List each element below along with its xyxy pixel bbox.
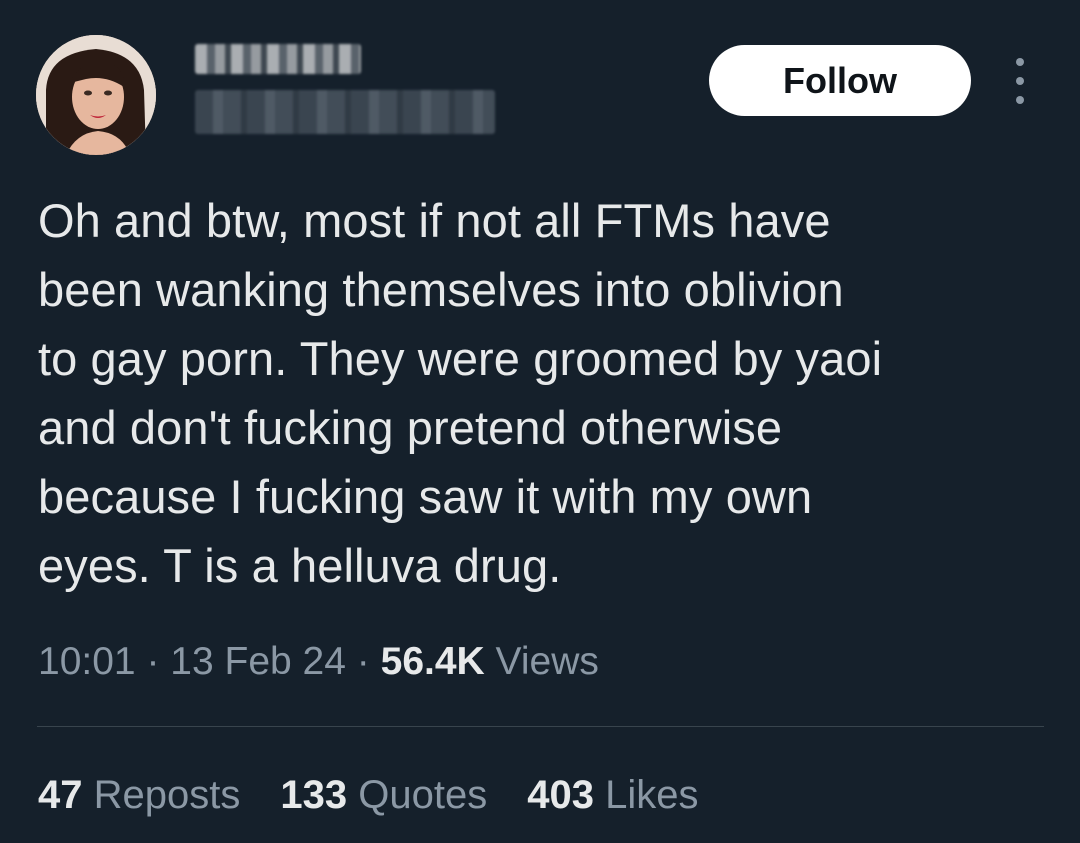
divider: [37, 726, 1044, 727]
likes-count: 403: [527, 773, 594, 817]
tweet-card: Follow Oh and btw, most if not all FTMs …: [0, 0, 1080, 843]
more-dot: [1016, 58, 1024, 66]
more-dot: [1016, 77, 1024, 85]
more-dots-vertical-icon[interactable]: [1000, 58, 1040, 104]
meta-separator: ·: [356, 640, 370, 683]
reposts-count: 47: [38, 773, 83, 817]
likes-label: Likes: [605, 773, 699, 817]
tweet-meta: 10:01 · 13 Feb 24 · 56.4K Views: [38, 640, 599, 684]
likes-stat[interactable]: 403 Likes: [527, 773, 698, 818]
more-dot: [1016, 96, 1024, 104]
views-label: Views: [495, 640, 599, 683]
reposts-label: Reposts: [93, 773, 241, 817]
tweet-text: Oh and btw, most if not all FTMs have be…: [38, 194, 883, 592]
follow-button[interactable]: Follow: [709, 45, 971, 116]
username-handle-blurred[interactable]: [195, 90, 495, 134]
quotes-count: 133: [280, 773, 348, 817]
engagement-stats: 47 Reposts 133 Quotes 403 Likes: [38, 773, 698, 818]
tweet-date[interactable]: 13 Feb 24: [170, 640, 346, 683]
views-count: 56.4K: [380, 640, 485, 683]
avatar[interactable]: [36, 35, 156, 155]
tweet-time[interactable]: 10:01: [38, 640, 136, 683]
display-name-blurred[interactable]: [195, 44, 361, 74]
reposts-stat[interactable]: 47 Reposts: [38, 773, 240, 818]
meta-separator: ·: [146, 640, 160, 683]
quotes-label: Quotes: [358, 773, 488, 817]
quotes-stat[interactable]: 133 Quotes: [280, 773, 487, 818]
